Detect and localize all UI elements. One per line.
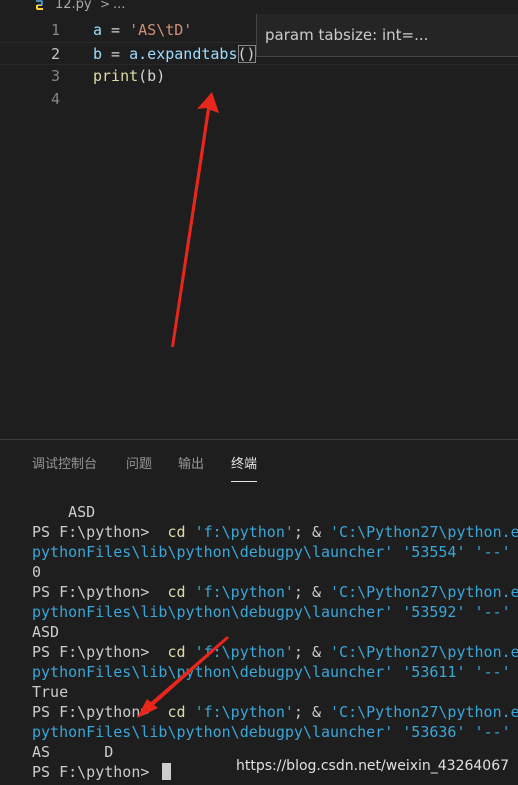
line-number: 4 <box>50 90 60 108</box>
line-number: 1 <box>50 21 60 39</box>
terminal-line: PS F:\python> cd 'f:\python'; & 'C:\Pyth… <box>32 523 518 541</box>
code-text: print(b) <box>93 67 166 85</box>
terminal-line: PS F:\python> cd 'f:\python'; & 'C:\Pyth… <box>32 643 518 661</box>
vscode-window: 12.py > ... 1 a = 'AS\tD' 2 b = a.expand… <box>0 0 518 785</box>
code-text: a = 'AS\tD' <box>93 21 193 39</box>
code-editor[interactable]: 1 a = 'AS\tD' 2 b = a.expandtabs() 3 pri… <box>0 14 518 439</box>
terminal-line: PS F:\python> cd 'f:\python'; & 'C:\Pyth… <box>32 583 518 601</box>
terminal-line: pythonFiles\lib\python\debugpy\launcher'… <box>32 603 511 621</box>
code-text: b = a.expandtabs() <box>93 45 256 63</box>
tab-problems[interactable]: 问题 <box>126 456 152 474</box>
terminal-line: pythonFiles\lib\python\debugpy\launcher'… <box>32 663 511 681</box>
terminal-line: ASD <box>32 623 60 641</box>
line-number: 2 <box>50 45 60 63</box>
terminal-line: True <box>32 683 69 701</box>
terminal-line: AS D <box>32 743 114 761</box>
parameter-hint-tooltip: param tabsize: int=... <box>256 14 518 57</box>
terminal-line: pythonFiles\lib\python\debugpy\launcher'… <box>32 543 511 561</box>
terminal-line: pythonFiles\lib\python\debugpy\launcher'… <box>32 723 511 741</box>
breadcrumb: 12.py > ... <box>0 0 518 14</box>
terminal-prompt-line[interactable]: PS F:\python> <box>32 762 172 782</box>
code-line: 3 print(b) <box>0 65 518 88</box>
breadcrumb-separator-icon: > <box>100 0 111 11</box>
tab-debug-console[interactable]: 调试控制台 <box>32 456 97 474</box>
python-file-icon <box>36 0 43 10</box>
breadcrumb-file[interactable]: 12.py <box>55 0 92 11</box>
tab-output[interactable]: 输出 <box>178 456 204 474</box>
bracket-match: () <box>237 45 256 63</box>
tab-terminal[interactable]: 终端 <box>231 456 258 482</box>
terminal-cursor <box>162 763 172 780</box>
bottom-panel: 调试控制台 问题 输出 终端 ASD PS F:\python> cd 'f:\… <box>0 439 518 785</box>
terminal-line: 0 <box>32 563 42 581</box>
terminal-line: PS F:\python> cd 'f:\python'; & 'C:\Pyth… <box>32 703 518 721</box>
watermark: https://blog.csdn.net/weixin_43264067 <box>236 758 510 774</box>
line-number: 3 <box>50 67 60 85</box>
breadcrumb-more[interactable]: ... <box>113 0 125 11</box>
code-line: 4 <box>0 88 518 111</box>
terminal-line: ASD <box>32 503 96 521</box>
